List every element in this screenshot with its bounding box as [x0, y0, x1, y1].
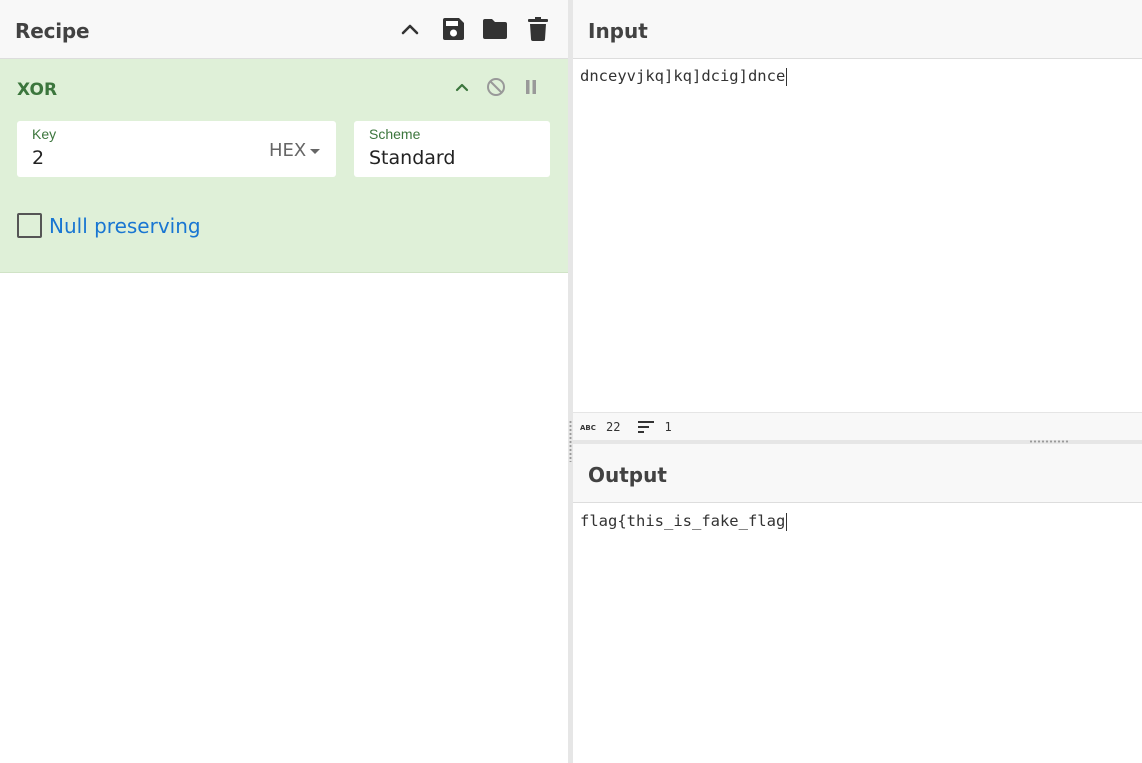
key-format-value: HEX: [269, 139, 307, 161]
null-preserving-option[interactable]: Null preserving: [17, 213, 201, 238]
null-preserving-checkbox[interactable]: [17, 213, 42, 238]
line-count-value: 1: [664, 419, 672, 434]
text-cursor: [786, 512, 788, 531]
lines-icon: [638, 420, 655, 433]
text-cursor: [786, 67, 788, 86]
chevron-up-icon: [455, 83, 469, 92]
resize-grip-icon: [569, 420, 572, 462]
recipe-header: Recipe: [0, 0, 568, 59]
recipe-title: Recipe: [15, 19, 90, 43]
key-input[interactable]: 2: [32, 147, 44, 169]
save-icon: [443, 18, 464, 40]
recipe-pane: Recipe XOR Key 2 HEX Scheme Standard Nul…: [0, 0, 568, 763]
xor-operation: XOR Key 2 HEX Scheme Standard Null prese…: [0, 59, 568, 273]
input-status-bar: ABC 22 1: [573, 412, 1142, 440]
scheme-select[interactable]: Standard: [369, 147, 455, 169]
output-header: Output: [573, 444, 1142, 503]
key-label: Key: [32, 126, 57, 142]
svg-text:ABC: ABC: [580, 424, 596, 431]
output-title: Output: [588, 463, 667, 487]
load-recipe-button[interactable]: [480, 14, 510, 44]
null-preserving-label[interactable]: Null preserving: [49, 214, 201, 238]
resize-grip-icon: [1029, 440, 1069, 443]
collapse-operation-button[interactable]: [450, 75, 474, 99]
input-title: Input: [588, 19, 648, 43]
chevron-up-icon: [401, 24, 419, 35]
operation-title: XOR: [17, 80, 58, 100]
pause-operation-button[interactable]: [519, 75, 543, 99]
io-pane: Input dnceyvjkq]kq]dcig]dnce ABC 22 1 Ou…: [573, 0, 1142, 763]
scheme-field[interactable]: Scheme Standard: [354, 121, 550, 177]
char-count-value: 22: [606, 419, 621, 434]
pause-icon: [526, 80, 536, 94]
scheme-label: Scheme: [369, 126, 421, 142]
key-field[interactable]: Key 2 HEX: [17, 121, 336, 177]
output-textarea[interactable]: flag{this_is_fake_flag: [580, 512, 788, 531]
key-format-dropdown[interactable]: HEX: [269, 139, 321, 161]
save-recipe-button[interactable]: [438, 14, 468, 44]
char-count: ABC 22: [580, 420, 620, 434]
folder-icon: [483, 19, 507, 39]
caret-down-icon: [310, 148, 321, 154]
input-header: Input: [573, 0, 1142, 59]
input-textarea[interactable]: dnceyvjkq]kq]dcig]dnce: [580, 67, 788, 86]
abc-icon: ABC: [580, 423, 596, 431]
input-text: dnceyvjkq]kq]dcig]dnce: [580, 67, 786, 85]
collapse-all-button[interactable]: [395, 14, 425, 44]
disable-operation-button[interactable]: [484, 75, 508, 99]
trash-icon: [528, 17, 548, 41]
clear-recipe-button[interactable]: [523, 14, 553, 44]
output-text: flag{this_is_fake_flag: [580, 512, 786, 530]
disable-icon: [487, 78, 505, 96]
line-count: 1: [638, 419, 672, 434]
